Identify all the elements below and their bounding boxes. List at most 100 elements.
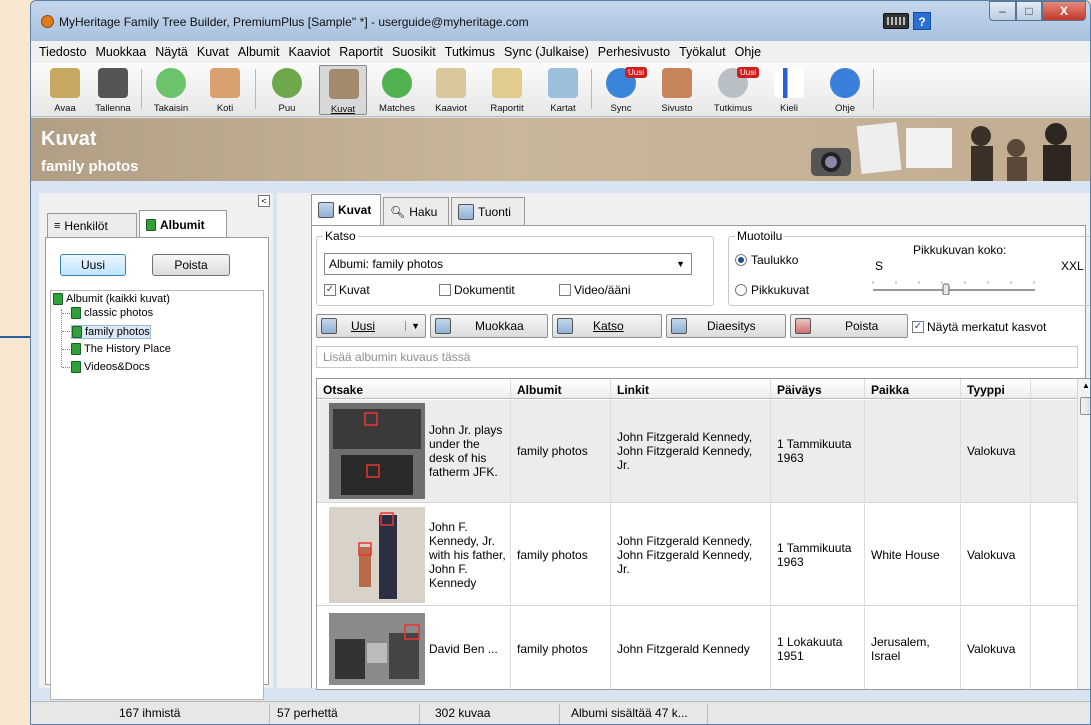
delete-photo-button[interactable]: Poista bbox=[790, 314, 908, 338]
window-title: MyHeritage Family Tree Builder, PremiumP… bbox=[59, 15, 529, 29]
column-tyyppi[interactable]: Tyyppi bbox=[961, 379, 1031, 398]
photo-date: 1 Lokakuuta 1951 bbox=[771, 607, 865, 689]
toolbar-tutkimus-button[interactable]: Uusi Tutkimus bbox=[709, 65, 760, 115]
toolbar-tallenna-button[interactable]: Tallenna bbox=[89, 65, 137, 115]
toolbar-kieli-button[interactable]: Kieli bbox=[765, 65, 813, 115]
toolbar-raportit-button[interactable]: Raportit bbox=[483, 65, 531, 115]
toolbar-ohje-button[interactable]: Ohje bbox=[821, 65, 869, 115]
photo-type: Valokuva bbox=[961, 504, 1031, 605]
tab-haku[interactable]: 🔍︎ Haku bbox=[383, 197, 449, 225]
thumbnail-size-label: Pikkukuvan koko: bbox=[913, 243, 1007, 257]
tab-henkilot[interactable]: ≡ Henkilöt bbox=[47, 213, 137, 237]
scroll-up-icon[interactable]: ▲ bbox=[1082, 381, 1090, 390]
menu-ohje[interactable]: Ohje bbox=[735, 45, 761, 59]
view-photo-button[interactable]: Katso bbox=[552, 314, 662, 338]
toolbar-kuvat-button[interactable]: Kuvat bbox=[319, 65, 367, 115]
checkbox-video[interactable]: Video/ääni bbox=[559, 283, 631, 297]
size-min-label: S bbox=[875, 259, 884, 273]
tree-item-all-albums[interactable]: Albumit (kaikki kuvat) bbox=[53, 293, 170, 305]
folder-icon bbox=[50, 68, 80, 98]
new-badge: Uusi bbox=[625, 67, 648, 78]
status-separator bbox=[707, 704, 708, 724]
photo-album: family photos bbox=[511, 607, 611, 689]
minimize-button[interactable]: – bbox=[989, 1, 1016, 21]
table-row[interactable]: David Ben ... family photos John Fitzger… bbox=[317, 607, 1077, 689]
toolbar-matches-button[interactable]: Matches bbox=[373, 65, 421, 115]
toolbar-kartat-button[interactable]: Kartat bbox=[539, 65, 587, 115]
toolbar-kaaviot-button[interactable]: Kaaviot bbox=[427, 65, 475, 115]
collapse-panel-button[interactable]: < bbox=[258, 195, 270, 207]
menu-tutkimus[interactable]: Tutkimus bbox=[445, 45, 495, 59]
tree-item-family-photos[interactable]: family photos bbox=[71, 325, 151, 339]
checkbox-kuvat[interactable]: ✓ Kuvat bbox=[324, 283, 370, 297]
edit-photo-button[interactable]: Muokkaa bbox=[430, 314, 548, 338]
tree-item-history-place[interactable]: The History Place bbox=[71, 343, 171, 355]
column-paikka[interactable]: Paikka bbox=[865, 379, 961, 398]
section-header: Kuvat family photos bbox=[31, 118, 1090, 181]
menu-muokkaa[interactable]: Muokkaa bbox=[95, 45, 146, 59]
new-album-button[interactable]: Uusi bbox=[60, 254, 126, 276]
view-icon bbox=[557, 318, 573, 334]
table-row[interactable]: John F. Kennedy, Jr. with his father, Jo… bbox=[317, 504, 1077, 606]
help-icon[interactable]: ? bbox=[913, 12, 931, 30]
table-header: Otsake Albumit Linkit Päiväys Paikka Tyy… bbox=[317, 379, 1077, 399]
menu-kaaviot[interactable]: Kaaviot bbox=[289, 45, 331, 59]
tab-albumit[interactable]: Albumit bbox=[139, 210, 227, 238]
checkbox-show-faces[interactable]: ✓ Näytä merkatut kasvot bbox=[912, 320, 1046, 334]
toolbar-takaisin-button[interactable]: Takaisin bbox=[147, 65, 195, 115]
checkbox-dokumentit[interactable]: Dokumentit bbox=[439, 283, 515, 297]
photos-pane: Katso Albumi: family photos ▼ ✓ Kuvat Doku… bbox=[311, 225, 1090, 690]
tab-kuvat[interactable]: Kuvat bbox=[311, 194, 381, 225]
photo-links: John Fitzgerald Kennedy, John Fitzgerald… bbox=[611, 400, 771, 502]
menu-perhesivusto[interactable]: Perhesivusto bbox=[598, 45, 670, 59]
status-families: 57 perhettä bbox=[277, 706, 338, 720]
menu-tiedosto[interactable]: Tiedosto bbox=[39, 45, 86, 59]
photo-album: family photos bbox=[511, 400, 611, 502]
tab-tuonti[interactable]: Tuonti bbox=[451, 197, 525, 225]
new-photo-button[interactable]: Uusi ▼ bbox=[316, 314, 426, 338]
maximize-button[interactable]: □ bbox=[1016, 1, 1042, 21]
chevron-down-icon[interactable]: ▼ bbox=[405, 321, 425, 331]
menu-albumit[interactable]: Albumit bbox=[238, 45, 280, 59]
menu-tyokalut[interactable]: Työkalut bbox=[679, 45, 726, 59]
photo-date: 1 Tammikuuta 1963 bbox=[771, 504, 865, 605]
tree-item-classic-photos[interactable]: classic photos bbox=[71, 307, 153, 319]
album-description-input[interactable]: Lisää albumin kuvaus tässä bbox=[316, 346, 1078, 368]
toolbar-separator bbox=[141, 69, 142, 109]
scroll-thumb[interactable] bbox=[1080, 397, 1090, 415]
photo-links: John Fitzgerald Kennedy bbox=[611, 607, 771, 689]
photo-type: Valokuva bbox=[961, 607, 1031, 689]
radio-taulukko[interactable]: Taulukko bbox=[735, 253, 798, 267]
menu-kuvat[interactable]: Kuvat bbox=[197, 45, 229, 59]
table-row[interactable]: John Jr. plays under the desk of his fat… bbox=[317, 400, 1077, 503]
column-otsake[interactable]: Otsake bbox=[317, 379, 511, 398]
view-group-label: Katso bbox=[323, 229, 358, 243]
photo-title: John Jr. plays under the desk of his fat… bbox=[429, 423, 503, 479]
slideshow-button[interactable]: Diaesitys bbox=[666, 314, 786, 338]
menu-suosikit[interactable]: Suosikit bbox=[392, 45, 436, 59]
tree-line bbox=[61, 309, 62, 367]
menu-sync[interactable]: Sync (Julkaise) bbox=[504, 45, 589, 59]
column-albumit[interactable]: Albumit bbox=[511, 379, 611, 398]
toolbar-puu-button[interactable]: Puu bbox=[263, 65, 311, 115]
toolbar-avaa-button[interactable]: Avaa bbox=[41, 65, 89, 115]
toolbar-koti-button[interactable]: Koti bbox=[201, 65, 249, 115]
column-paivays[interactable]: Päiväys bbox=[771, 379, 865, 398]
close-button[interactable]: X bbox=[1042, 1, 1086, 21]
album-icon bbox=[72, 326, 82, 338]
column-linkit[interactable]: Linkit bbox=[611, 379, 771, 398]
menu-nayta[interactable]: Näytä bbox=[155, 45, 188, 59]
menu-raportit[interactable]: Raportit bbox=[339, 45, 383, 59]
checkbox-unchecked-icon bbox=[439, 284, 451, 296]
radio-pikkukuvat[interactable]: Pikkukuvat bbox=[735, 283, 809, 297]
delete-album-button[interactable]: Poista bbox=[152, 254, 230, 276]
checkbox-checked-icon: ✓ bbox=[324, 284, 336, 296]
thumbnail-size-slider[interactable] bbox=[869, 279, 1039, 295]
vertical-scrollbar[interactable]: ▲ bbox=[1077, 379, 1090, 689]
album-select[interactable]: Albumi: family photos ▼ bbox=[324, 253, 692, 275]
keyboard-icon[interactable] bbox=[883, 13, 909, 29]
toolbar-sync-button[interactable]: Uusi Sync bbox=[597, 65, 648, 115]
toolbar-sivusto-button[interactable]: Sivusto bbox=[653, 65, 701, 115]
tree-item-videos-docs[interactable]: Videos&Docs bbox=[71, 361, 150, 373]
album-icon bbox=[71, 343, 81, 355]
